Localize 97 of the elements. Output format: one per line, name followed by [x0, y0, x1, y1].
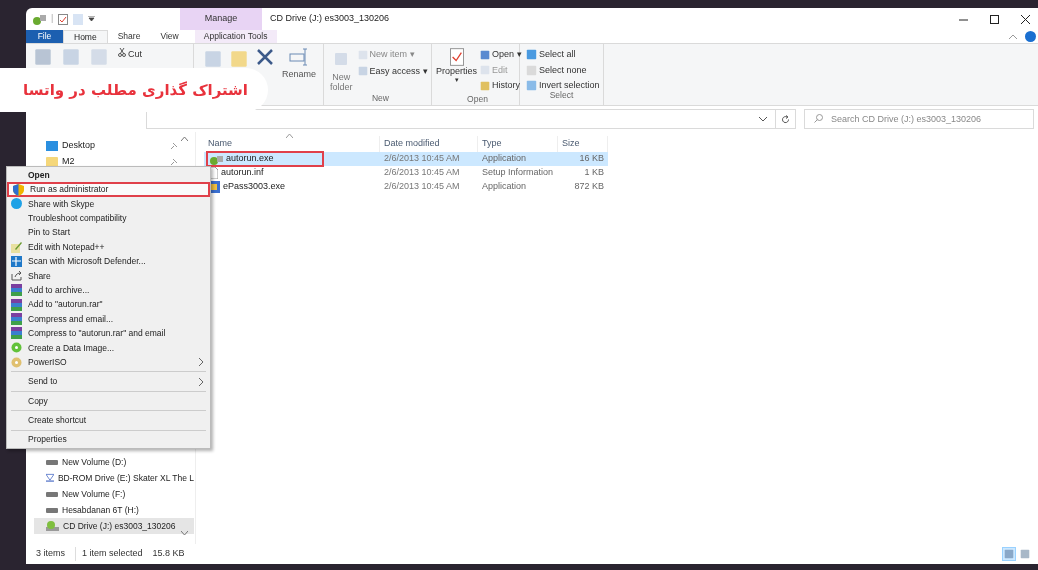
- notepad-icon: [11, 241, 22, 253]
- menu-item[interactable]: Scan with Microsoft Defender...: [7, 254, 210, 269]
- menu-item[interactable]: Pin to Start: [7, 225, 210, 240]
- drive-icon: [46, 459, 58, 465]
- open-button[interactable]: Open ▾: [480, 48, 522, 62]
- drive-icon: [46, 491, 58, 497]
- file-row[interactable]: autorun.exe 2/6/2013 10:45 AM Application 16 KB: [204, 152, 608, 166]
- status-text: 1 item selected: [75, 547, 143, 561]
- group-label: New: [372, 92, 389, 105]
- table-cell-text: Application: [481, 152, 528, 166]
- archive-icon: [11, 298, 22, 311]
- menu-item[interactable]: Add to "autorun.rar": [7, 297, 210, 312]
- maximize-icon[interactable]: [990, 14, 999, 24]
- rename-button[interactable]: Rename: [282, 68, 317, 82]
- new-folder-button[interactable]: New folder: [330, 72, 353, 92]
- group-label: Open: [467, 92, 488, 106]
- chevron-right-icon: [199, 358, 204, 367]
- menu-item[interactable]: Edit with Notepad++: [7, 239, 210, 255]
- app-icon: [32, 13, 46, 25]
- file-name: autorun.inf: [221, 166, 264, 180]
- select-all-button[interactable]: Select all: [526, 48, 603, 62]
- file-name: ePass3003.exe: [223, 180, 286, 194]
- archive-icon: [11, 284, 22, 297]
- cd-drive-icon: [46, 521, 59, 531]
- search-icon: [814, 114, 823, 123]
- file-name: autorun.exe: [226, 152, 274, 166]
- status-text: 3 items: [36, 547, 65, 561]
- nav-item[interactable]: CD Drive (J:) es3003_130206: [34, 518, 194, 534]
- desktop-icon: [46, 141, 58, 151]
- cut-button[interactable]: Cut: [128, 48, 142, 62]
- archive-icon: [11, 313, 22, 326]
- dropdown-icon[interactable]: [88, 16, 96, 22]
- collapse-ribbon-icon[interactable]: [1009, 34, 1017, 39]
- delete-icon[interactable]: [256, 48, 274, 66]
- ribbon-tab[interactable]: Application Tools: [194, 30, 277, 43]
- share-icon: [11, 270, 22, 282]
- shield-icon: [13, 183, 24, 196]
- nav-item[interactable]: Desktop: [34, 138, 182, 154]
- nav-item[interactable]: New Volume (F:): [34, 486, 194, 502]
- rename-icon: [289, 48, 309, 66]
- scissors-icon: [118, 48, 126, 57]
- defender-icon: [11, 256, 22, 268]
- menu-item[interactable]: Compress to "autorun.rar" and email: [7, 326, 210, 341]
- select-none-button[interactable]: Select none: [526, 63, 603, 77]
- group-label: Select: [548, 89, 575, 102]
- share-banner[interactable]: اشتراک گذاری مطلب در واتسا: [0, 68, 268, 112]
- menu-item[interactable]: Run as administrator: [7, 182, 210, 197]
- menu-item[interactable]: Share: [7, 268, 210, 284]
- scroll-down-icon[interactable]: [180, 531, 188, 536]
- drive-icon: [46, 507, 58, 513]
- menu-item[interactable]: Add to archive...: [7, 283, 210, 298]
- disc-drive-icon: [46, 473, 54, 483]
- menu-item[interactable]: Open: [7, 168, 210, 183]
- chevron-down-icon[interactable]: [759, 116, 767, 122]
- archive-icon: [11, 327, 22, 340]
- ribbon-tab[interactable]: File: [26, 30, 63, 43]
- ribbon-tab[interactable]: View: [150, 30, 189, 43]
- nav-item[interactable]: Hesabdanan 6T (H:): [34, 502, 194, 518]
- easy-access-button[interactable]: Easy access ▾: [357, 64, 428, 78]
- table-cell-text: Setup Information: [481, 166, 555, 180]
- history-button[interactable]: History: [480, 79, 522, 93]
- table-cell-text: 872 KB: [573, 180, 605, 194]
- window-title: CD Drive (J:) es3003_130206: [270, 12, 390, 26]
- close-icon[interactable]: [1021, 14, 1030, 24]
- properties-icon: [449, 48, 464, 66]
- sort-caret-icon: [286, 134, 293, 138]
- status-text: 15.8 KB: [152, 547, 185, 561]
- ribbon-tab[interactable]: Home: [63, 30, 108, 43]
- menu-item[interactable]: Create a Data Image...: [7, 340, 210, 356]
- menu-item[interactable]: Properties: [7, 432, 210, 448]
- table-cell-text: 16 KB: [578, 152, 605, 166]
- table-cell-text: Application: [481, 180, 528, 194]
- menu-item[interactable]: Compress and email...: [7, 311, 210, 327]
- app-icon: [210, 153, 223, 165]
- disc-icon: [11, 356, 22, 368]
- ribbon-tab[interactable]: Share: [107, 30, 151, 43]
- scroll-up-icon[interactable]: [180, 136, 188, 141]
- menu-item[interactable]: Send to: [7, 374, 210, 389]
- menu-item[interactable]: Create shortcut: [7, 413, 210, 428]
- properties-icon[interactable]: [58, 13, 69, 25]
- table-cell-text: 2/6/2013 10:45 AM: [383, 166, 461, 180]
- table-cell-text: 2/6/2013 10:45 AM: [383, 180, 461, 194]
- nav-item[interactable]: BD-ROM Drive (E:) Skater XL The L: [34, 470, 194, 486]
- separator-text: |: [51, 12, 54, 26]
- menu-item[interactable]: Share with Skype: [7, 196, 210, 212]
- refresh-icon[interactable]: [781, 114, 790, 124]
- nav-item[interactable]: New Volume (D:): [34, 454, 194, 470]
- chevron-right-icon: [199, 377, 204, 386]
- search-field[interactable]: Search CD Drive (J:) es3003_130206: [804, 109, 1034, 129]
- menu-item[interactable]: Troubleshoot compatibility: [7, 211, 210, 226]
- table-cell-text: 1 KB: [583, 166, 605, 180]
- disc-icon: [11, 342, 22, 354]
- new-item-button[interactable]: New item ▾: [357, 48, 428, 62]
- menu-item[interactable]: PowerISO: [7, 355, 210, 370]
- context-tab-header: Manage: [180, 8, 262, 30]
- menu-item[interactable]: Copy: [7, 393, 210, 409]
- table-cell-text: 2/6/2013 10:45 AM: [383, 152, 461, 166]
